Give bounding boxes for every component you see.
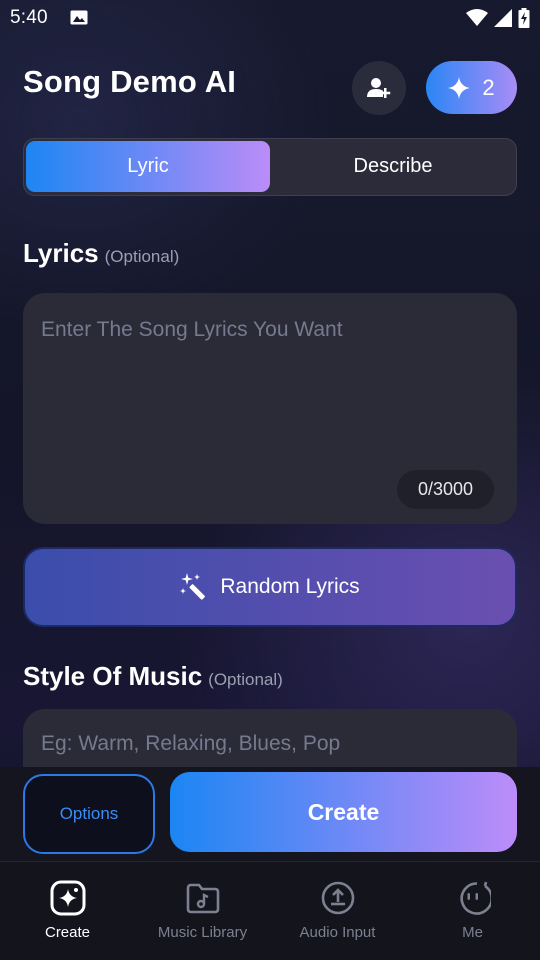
- nav-item-create[interactable]: Create: [0, 862, 135, 960]
- lyrics-optional-label: (Optional): [104, 247, 180, 266]
- random-lyrics-label: Random Lyrics: [220, 575, 360, 598]
- bottom-navigation: Create Music Library Audio Input Me: [0, 861, 540, 960]
- status-icons: [466, 8, 530, 28]
- options-button[interactable]: Options: [23, 774, 155, 854]
- nav-label-create: Create: [44, 924, 91, 941]
- lyrics-textarea[interactable]: Enter The Song Lyrics You Want 0/3000: [23, 293, 517, 524]
- nav-item-music-library[interactable]: Music Library: [135, 862, 270, 960]
- magic-wand-icon: [180, 573, 206, 600]
- add-user-button[interactable]: [352, 61, 406, 115]
- nav-label-music-library: Music Library: [157, 924, 248, 941]
- character-counter: 0/3000: [397, 470, 494, 509]
- style-heading: Style Of Music (Optional): [23, 661, 283, 692]
- signal-icon: [494, 9, 512, 27]
- app-title: Song Demo AI: [23, 64, 237, 99]
- wifi-icon: [466, 9, 488, 26]
- image-notification-icon: [70, 10, 88, 25]
- lyrics-heading: Lyrics (Optional): [23, 238, 179, 269]
- create-button[interactable]: Create: [170, 772, 517, 852]
- add-user-icon: [367, 78, 391, 98]
- nav-label-audio-input: Audio Input: [299, 924, 376, 941]
- style-heading-text: Style Of Music: [23, 661, 203, 691]
- lyrics-placeholder: Enter The Song Lyrics You Want: [41, 318, 343, 341]
- tab-describe[interactable]: Describe: [271, 141, 515, 192]
- sparkle-icon: [50, 880, 85, 916]
- style-placeholder: Eg: Warm, Relaxing, Blues, Pop: [41, 732, 341, 755]
- sparkle-icon: [448, 76, 471, 99]
- random-lyrics-button[interactable]: Random Lyrics: [23, 547, 517, 627]
- credits-count: 2: [482, 74, 495, 100]
- credits-button[interactable]: 2: [426, 61, 517, 114]
- nav-item-me[interactable]: Me: [405, 862, 540, 960]
- nav-label-me: Me: [462, 924, 483, 941]
- nav-item-audio-input[interactable]: Audio Input: [270, 862, 405, 960]
- style-optional-label: (Optional): [208, 670, 283, 689]
- lyrics-heading-text: Lyrics: [23, 238, 99, 268]
- upload-icon: [321, 881, 354, 915]
- battery-icon: [518, 8, 530, 28]
- status-time: 5:40: [10, 7, 48, 28]
- mode-tab-switch: Lyric Describe: [23, 138, 517, 196]
- music-folder-icon: [186, 883, 219, 914]
- face-icon: [459, 881, 491, 915]
- tab-lyric[interactable]: Lyric: [26, 141, 270, 192]
- status-bar: 5:40: [0, 0, 540, 36]
